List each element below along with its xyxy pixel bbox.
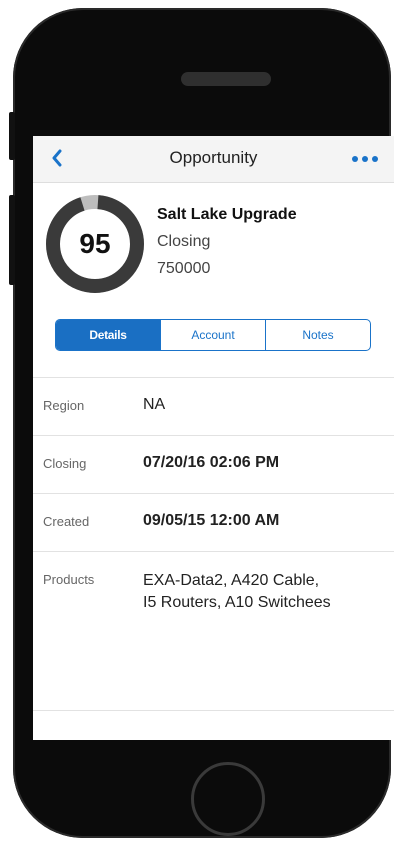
region-value: NA: [143, 396, 166, 413]
created-label: Created: [43, 514, 90, 529]
region-label: Region: [43, 398, 85, 413]
opportunity-stage: Closing: [157, 233, 211, 250]
tab-account[interactable]: Account: [161, 320, 266, 350]
divider: [33, 710, 394, 711]
tab-bar: Details Account Notes: [55, 319, 371, 351]
app-screen: Opportunity 95 Salt Lake Upgrade Closing…: [33, 136, 394, 740]
divider: [33, 377, 394, 378]
probability-score: 95: [79, 228, 111, 259]
divider: [33, 435, 394, 436]
tab-details[interactable]: Details: [56, 320, 161, 350]
probability-gauge: 95: [43, 192, 147, 296]
opportunity-amount: 750000: [157, 260, 211, 277]
tab-notes[interactable]: Notes: [266, 320, 370, 350]
page-title: Opportunity: [169, 148, 258, 167]
products-value-line: I5 Routers, A10 Switchees: [143, 594, 331, 611]
products-label: Products: [43, 572, 95, 587]
products-value-line: EXA-Data2, A420 Cable,: [143, 572, 320, 589]
divider: [33, 493, 394, 494]
home-button[interactable]: [191, 762, 265, 836]
closing-value: 07/20/16 02:06 PM: [143, 454, 280, 471]
navigation-bar: Opportunity: [33, 136, 394, 183]
created-value: 09/05/15 12:00 AM: [143, 512, 280, 529]
opportunity-name: Salt Lake Upgrade: [157, 206, 297, 223]
more-dots-icon[interactable]: [348, 148, 382, 170]
products-value: EXA-Data2, A420 Cable, I5 Routers, A10 S…: [143, 570, 331, 614]
closing-label: Closing: [43, 456, 87, 471]
phone-speaker: [181, 72, 271, 86]
divider: [33, 551, 394, 552]
phone-side-button-mute: [9, 112, 15, 160]
phone-side-button-volume: [9, 195, 15, 285]
